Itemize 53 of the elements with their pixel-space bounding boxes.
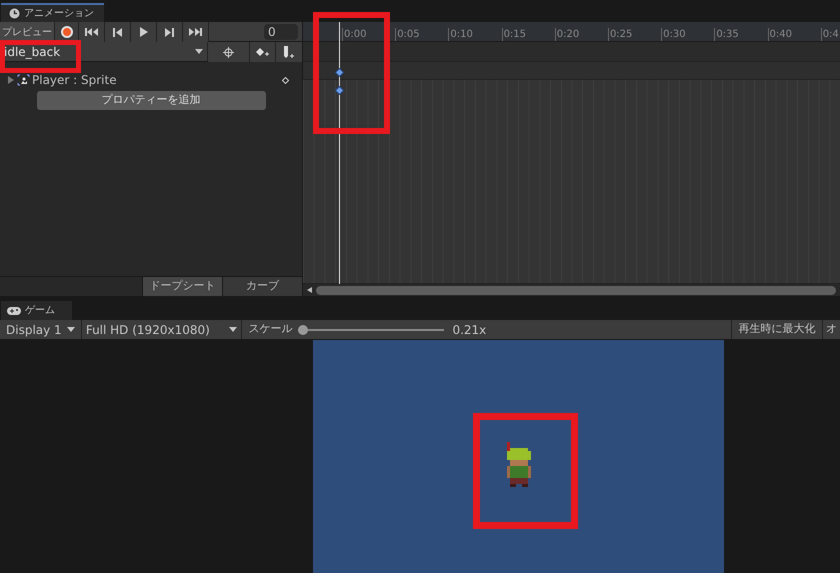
sprite-renderer-icon [17,74,30,86]
frame-selected-button[interactable] [208,42,250,62]
ruler-tick-label: 0:10 [448,28,473,41]
slider-thumb[interactable] [298,324,308,334]
ruler-tick-label: 0:20 [554,28,580,41]
step-back-icon [113,28,122,36]
dropdown-caret-icon [229,327,238,332]
add-event-button[interactable] [276,42,302,62]
crosshair-icon [223,46,234,58]
add-property-button[interactable]: プロパティーを追加 [36,91,266,110]
preview-button[interactable]: プレビュー [0,22,55,42]
ruler-tick-label: 0:40 [768,28,792,41]
previous-frame-button[interactable] [105,22,131,42]
ruler-tick-label: 0:15 [502,28,526,41]
ruler-tick-label: 0:4 [820,28,839,41]
gamepad-icon [7,306,21,314]
scroll-left-icon[interactable] [307,287,312,293]
animation-tab[interactable]: アニメーション [1,3,104,22]
frame-field[interactable]: 0 [264,24,298,40]
toolbar-button[interactable]: オ [822,320,840,339]
skip-back-icon [85,28,98,36]
clock-icon [9,8,20,19]
ruler-tick-label: 0:30 [661,28,686,41]
playhead-line[interactable] [339,22,340,284]
ruler-tick-label: 0:35 [714,28,739,41]
track-label[interactable]: Player : Sprite [32,71,280,89]
dropdown-caret-icon [195,49,203,54]
display-dropdown[interactable]: Display 1 [0,320,82,339]
expand-arrow-icon[interactable] [7,76,15,84]
scale-slider[interactable] [298,324,444,334]
resolution-dropdown[interactable]: Full HD (1920x1080) [82,320,242,339]
horizontal-scrollbar[interactable] [316,286,836,294]
play-icon [140,27,148,37]
game-tab[interactable]: ゲーム [1,301,72,320]
view-tab[interactable]: ドープシート [142,277,222,296]
diamond-plus-icon [256,47,269,57]
play-button[interactable] [131,22,157,42]
add-keyframe-button[interactable] [250,42,276,62]
ruler-tick-label: 0:05 [395,28,420,41]
step-forward-icon [165,28,174,36]
first-frame-button[interactable] [79,22,105,42]
scale-reading: 0.21x [452,322,486,338]
dropdown-caret-icon [66,327,75,332]
ruler-tick-label: 0:25 [608,28,632,41]
next-frame-button[interactable] [157,22,183,42]
skip-forward-icon [189,28,202,36]
ruler-tick-label: 0:00 [342,28,366,41]
maximize-button[interactable]: 再生時に最大化 [731,320,822,339]
view-tab[interactable]: カーブ [222,277,302,296]
scale-label: スケール [248,321,292,338]
last-frame-button[interactable] [183,22,209,42]
marker-plus-icon [283,46,295,58]
record-button[interactable] [55,22,79,42]
